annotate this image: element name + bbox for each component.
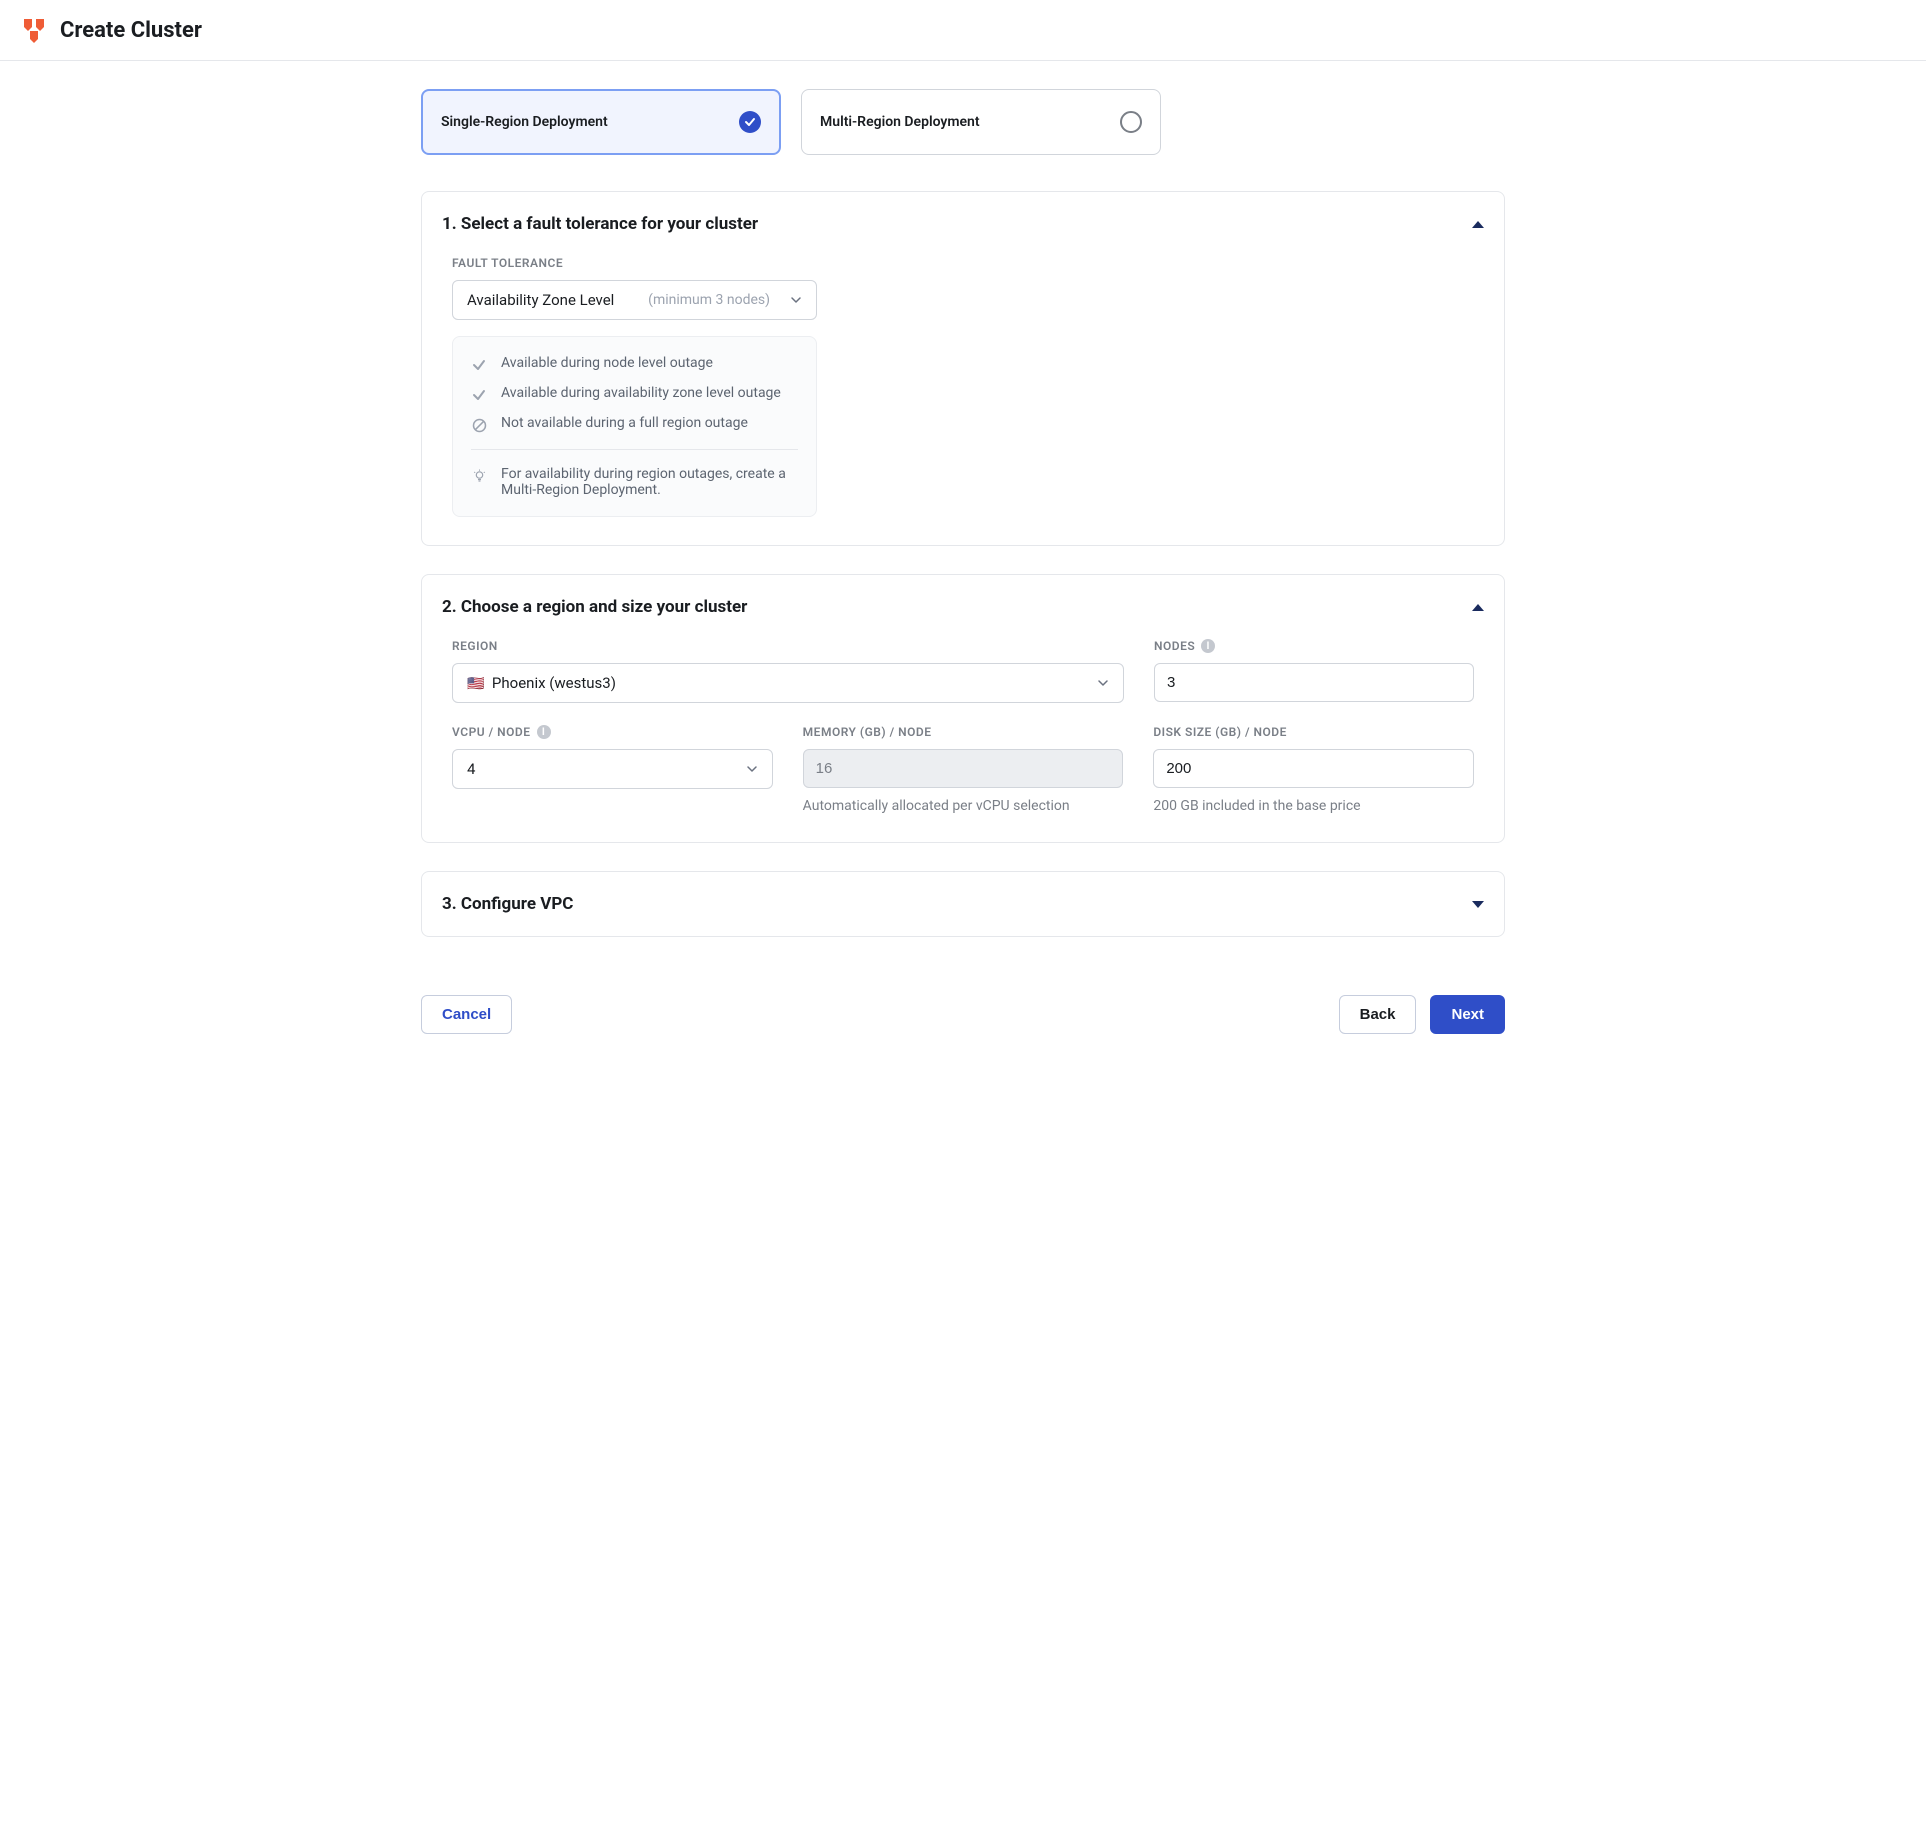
disk-helper: 200 GB included in the base price xyxy=(1153,798,1474,814)
deployment-multi-label: Multi-Region Deployment xyxy=(820,114,980,130)
check-icon xyxy=(471,357,487,373)
panel-fault-tolerance-title: 1. Select a fault tolerance for your clu… xyxy=(442,214,758,234)
info-row-node-outage: Available during node level outage xyxy=(471,355,798,373)
vcpu-value: 4 xyxy=(467,760,475,778)
memory-input xyxy=(803,749,1124,788)
region-value: Phoenix (westus3) xyxy=(492,674,616,692)
disk-label: DISK SIZE (GB) / NODE xyxy=(1153,725,1474,739)
page-title: Create Cluster xyxy=(60,18,202,43)
chevron-up-icon xyxy=(1472,221,1484,228)
panel-vpc-header[interactable]: 3. Configure VPC xyxy=(422,872,1504,936)
check-icon xyxy=(739,111,761,133)
info-text: Available during availability zone level… xyxy=(501,385,781,401)
brand-logo-icon xyxy=(20,16,48,44)
info-row-region-outage: Not available during a full region outag… xyxy=(471,415,798,433)
panel-region-size: 2. Choose a region and size your cluster… xyxy=(421,574,1505,843)
info-row-tip: For availability during region outages, … xyxy=(471,466,798,498)
chevron-down-icon xyxy=(746,763,758,775)
fault-tolerance-select[interactable]: Availability Zone Level (minimum 3 nodes… xyxy=(452,280,817,320)
radio-unchecked-icon xyxy=(1120,111,1142,133)
deployment-type-group: Single-Region Deployment Multi-Region De… xyxy=(421,89,1505,155)
page-header: Create Cluster xyxy=(0,0,1926,61)
info-text: Available during node level outage xyxy=(501,355,713,371)
nodes-input[interactable] xyxy=(1154,663,1474,702)
flag-us-icon: 🇺🇸 xyxy=(467,676,484,692)
deployment-single-label: Single-Region Deployment xyxy=(441,114,608,130)
next-button[interactable]: Next xyxy=(1430,995,1505,1034)
info-icon[interactable]: i xyxy=(1201,639,1215,653)
check-icon xyxy=(471,387,487,403)
chevron-up-icon xyxy=(1472,604,1484,611)
divider xyxy=(471,449,798,450)
nodes-label: NODES i xyxy=(1154,639,1474,653)
info-text: Not available during a full region outag… xyxy=(501,415,748,431)
prohibit-icon xyxy=(471,417,487,433)
panel-vpc-title: 3. Configure VPC xyxy=(442,894,573,914)
panel-region-size-title: 2. Choose a region and size your cluster xyxy=(442,597,747,617)
fault-tolerance-hint: (minimum 3 nodes) xyxy=(648,292,770,308)
panel-vpc: 3. Configure VPC xyxy=(421,871,1505,937)
info-icon[interactable]: i xyxy=(537,725,551,739)
fault-tolerance-value: Availability Zone Level xyxy=(467,291,614,309)
region-select[interactable]: 🇺🇸 Phoenix (westus3) xyxy=(452,663,1124,703)
footer-actions: Cancel Back Next xyxy=(413,989,1513,1044)
cancel-button[interactable]: Cancel xyxy=(421,995,512,1034)
chevron-down-icon xyxy=(790,294,802,306)
memory-helper: Automatically allocated per vCPU selecti… xyxy=(803,798,1124,814)
chevron-down-icon xyxy=(1097,677,1109,689)
disk-input[interactable] xyxy=(1153,749,1474,788)
vcpu-label: vCPU / NODE i xyxy=(452,725,773,739)
region-label: REGION xyxy=(452,639,1124,653)
vcpu-select[interactable]: 4 xyxy=(452,749,773,789)
deployment-single-region[interactable]: Single-Region Deployment xyxy=(421,89,781,155)
memory-label: MEMORY (GB) / NODE xyxy=(803,725,1124,739)
info-text: For availability during region outages, … xyxy=(501,466,798,498)
fault-tolerance-info: Available during node level outage Avail… xyxy=(452,336,817,517)
fault-tolerance-label: FAULT TOLERANCE xyxy=(452,256,1474,270)
back-button[interactable]: Back xyxy=(1339,995,1417,1034)
deployment-multi-region[interactable]: Multi-Region Deployment xyxy=(801,89,1161,155)
panel-fault-tolerance: 1. Select a fault tolerance for your clu… xyxy=(421,191,1505,546)
panel-fault-tolerance-header[interactable]: 1. Select a fault tolerance for your clu… xyxy=(422,192,1504,256)
panel-region-size-header[interactable]: 2. Choose a region and size your cluster xyxy=(422,575,1504,639)
lightbulb-icon xyxy=(471,468,487,484)
info-row-az-outage: Available during availability zone level… xyxy=(471,385,798,403)
chevron-down-icon xyxy=(1472,901,1484,908)
